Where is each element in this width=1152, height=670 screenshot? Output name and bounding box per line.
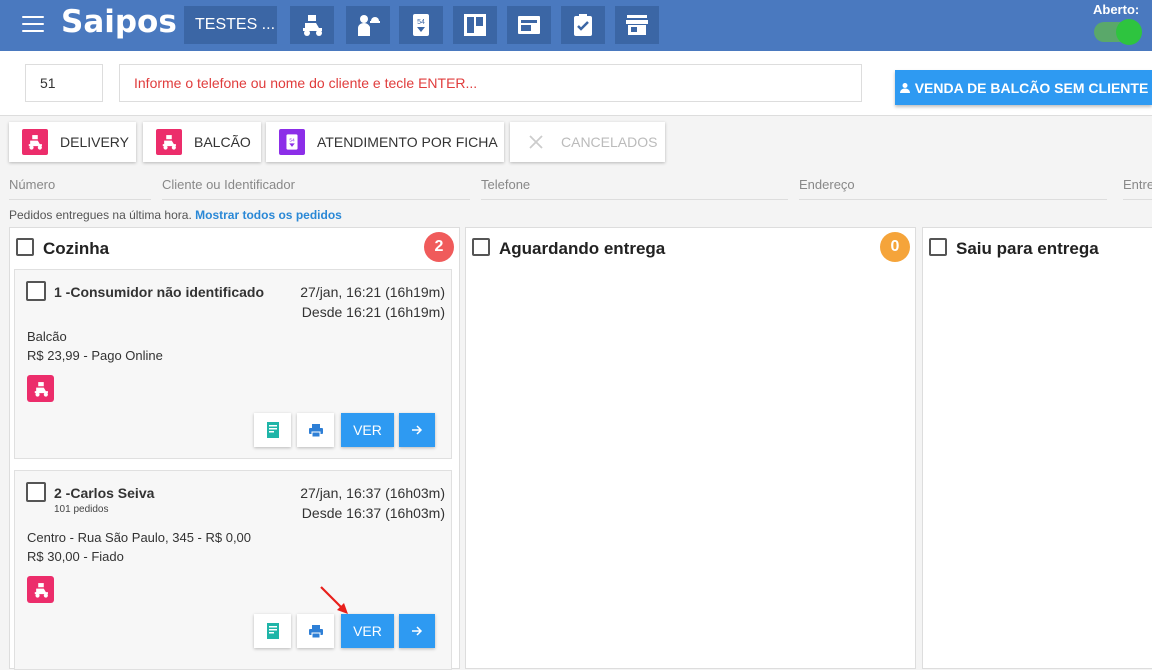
select-all-checkbox[interactable] (472, 238, 490, 256)
close-icon (523, 129, 549, 155)
order-number-input[interactable]: 51 (25, 64, 103, 102)
tab-balcao-label: BALCÃO (194, 134, 251, 150)
column-title: Aguardando entrega (499, 239, 666, 258)
waiter-icon[interactable] (346, 6, 390, 44)
display-icon[interactable] (507, 6, 551, 44)
receipt-button[interactable] (254, 413, 291, 447)
advance-order-button[interactable] (399, 614, 435, 648)
column-aguardando-entrega: Aguardando entrega 0 (465, 227, 916, 669)
show-all-orders-link[interactable]: Mostrar todos os pedidos (195, 208, 342, 222)
column-saiu-para-entrega: Saiu para entrega (922, 227, 1152, 669)
order-name: 1 -Consumidor não identificado (54, 284, 265, 300)
order-payment: R$ 23,99 - Pago Online (27, 348, 163, 363)
select-all-checkbox[interactable] (16, 238, 34, 256)
walkin-sale-label: VENDA DE BALCÃO SEM CLIENTE (914, 79, 1149, 96)
delivery-icon (27, 576, 54, 603)
filter-entregador[interactable]: Entre (1123, 174, 1152, 200)
tab-balcao[interactable]: BALCÃO (143, 122, 261, 162)
printer-icon (308, 423, 323, 437)
open-status-toggle[interactable] (1094, 19, 1142, 45)
tab-ficha[interactable]: 54 ATENDIMENTO POR FICHA (266, 122, 504, 162)
advance-order-button[interactable] (399, 413, 435, 447)
client-search-input[interactable]: Informe o telefone ou nome do cliente e … (119, 64, 862, 102)
order-checkbox[interactable] (26, 281, 46, 301)
tab-cancelados[interactable]: CANCELADOS (510, 122, 665, 162)
walkin-sale-button[interactable]: VENDA DE BALCÃO SEM CLIENTE (895, 70, 1152, 105)
open-status-label: Aberto: (1093, 2, 1140, 17)
column-header: Cozinha 2 (10, 228, 459, 268)
printer-icon (308, 624, 323, 638)
menu-icon[interactable] (22, 16, 44, 34)
delivery-icon (27, 375, 54, 402)
delivery-icon[interactable] (290, 6, 334, 44)
tab-delivery[interactable]: DELIVERY (9, 122, 136, 162)
select-all-checkbox[interactable] (929, 238, 947, 256)
order-address: Centro - Rua São Paulo, 345 - R$ 0,00 (27, 530, 252, 545)
filter-numero[interactable]: Número (9, 174, 151, 200)
order-since: Desde 16:37 (16h03m) (301, 505, 445, 521)
ticket-icon: 54 (279, 129, 305, 155)
svg-text:54: 54 (289, 137, 295, 143)
order-date: 27/jan, 16:21 (16h19m) (300, 284, 445, 300)
order-payment: R$ 30,00 - Fiado (27, 549, 124, 564)
delivery-icon (22, 129, 48, 155)
person-icon (899, 82, 910, 93)
saipos-logo[interactable]: Saipos (61, 4, 177, 40)
arrow-right-icon (412, 626, 423, 636)
search-row: 51 Informe o telefone ou nome do cliente… (0, 51, 1152, 116)
order-date: 27/jan, 16:37 (16h03m) (300, 485, 445, 501)
column-header: Saiu para entrega (923, 228, 1152, 268)
view-order-button[interactable]: VER (341, 413, 394, 447)
svg-text:54: 54 (417, 19, 425, 26)
tab-delivery-label: DELIVERY (60, 134, 129, 150)
receipt-icon (266, 623, 279, 639)
column-cozinha: Cozinha 2 1 -Consumidor não identificado… (9, 227, 460, 670)
print-button[interactable] (297, 614, 334, 648)
top-bar: Saipos TESTES ... 54 Aberto: (0, 0, 1152, 51)
column-title: Cozinha (43, 239, 110, 258)
column-title: Saiu para entrega (956, 239, 1099, 258)
kanban-icon[interactable] (453, 6, 497, 44)
filter-telefone[interactable]: Telefone (481, 174, 788, 200)
column-header: Aguardando entrega 0 (466, 228, 915, 268)
store-selector-button[interactable]: TESTES ... (184, 6, 277, 44)
view-order-button[interactable]: VER (341, 614, 394, 648)
filter-cliente[interactable]: Cliente ou Identificador (162, 174, 470, 200)
tab-cancelados-label: CANCELADOS (561, 134, 658, 150)
order-name: 2 -Carlos Seiva (54, 485, 155, 501)
ticket-icon[interactable]: 54 (399, 6, 443, 44)
receipt-icon (266, 422, 279, 438)
order-since: Desde 16:21 (16h19m) (301, 304, 445, 320)
filter-endereco[interactable]: Endereço (799, 174, 1107, 200)
info-text: Pedidos entregues na última hora. (9, 208, 192, 222)
counter-icon (156, 129, 182, 155)
receipt-button[interactable] (254, 614, 291, 648)
store-icon[interactable] (615, 6, 659, 44)
order-count: 101 pedidos (54, 504, 109, 515)
order-type: Balcão (27, 329, 67, 344)
tab-ficha-label: ATENDIMENTO POR FICHA (317, 134, 498, 150)
checklist-icon[interactable] (561, 6, 605, 44)
order-card[interactable]: 1 -Consumidor não identificado 27/jan, 1… (14, 269, 452, 459)
order-checkbox[interactable] (26, 482, 46, 502)
count-badge: 0 (880, 232, 910, 262)
order-card[interactable]: 2 -Carlos Seiva 101 pedidos 27/jan, 16:3… (14, 470, 452, 670)
info-line: Pedidos entregues na última hora. Mostra… (9, 208, 342, 222)
print-button[interactable] (297, 413, 334, 447)
arrow-right-icon (412, 425, 423, 435)
count-badge: 2 (424, 232, 454, 262)
